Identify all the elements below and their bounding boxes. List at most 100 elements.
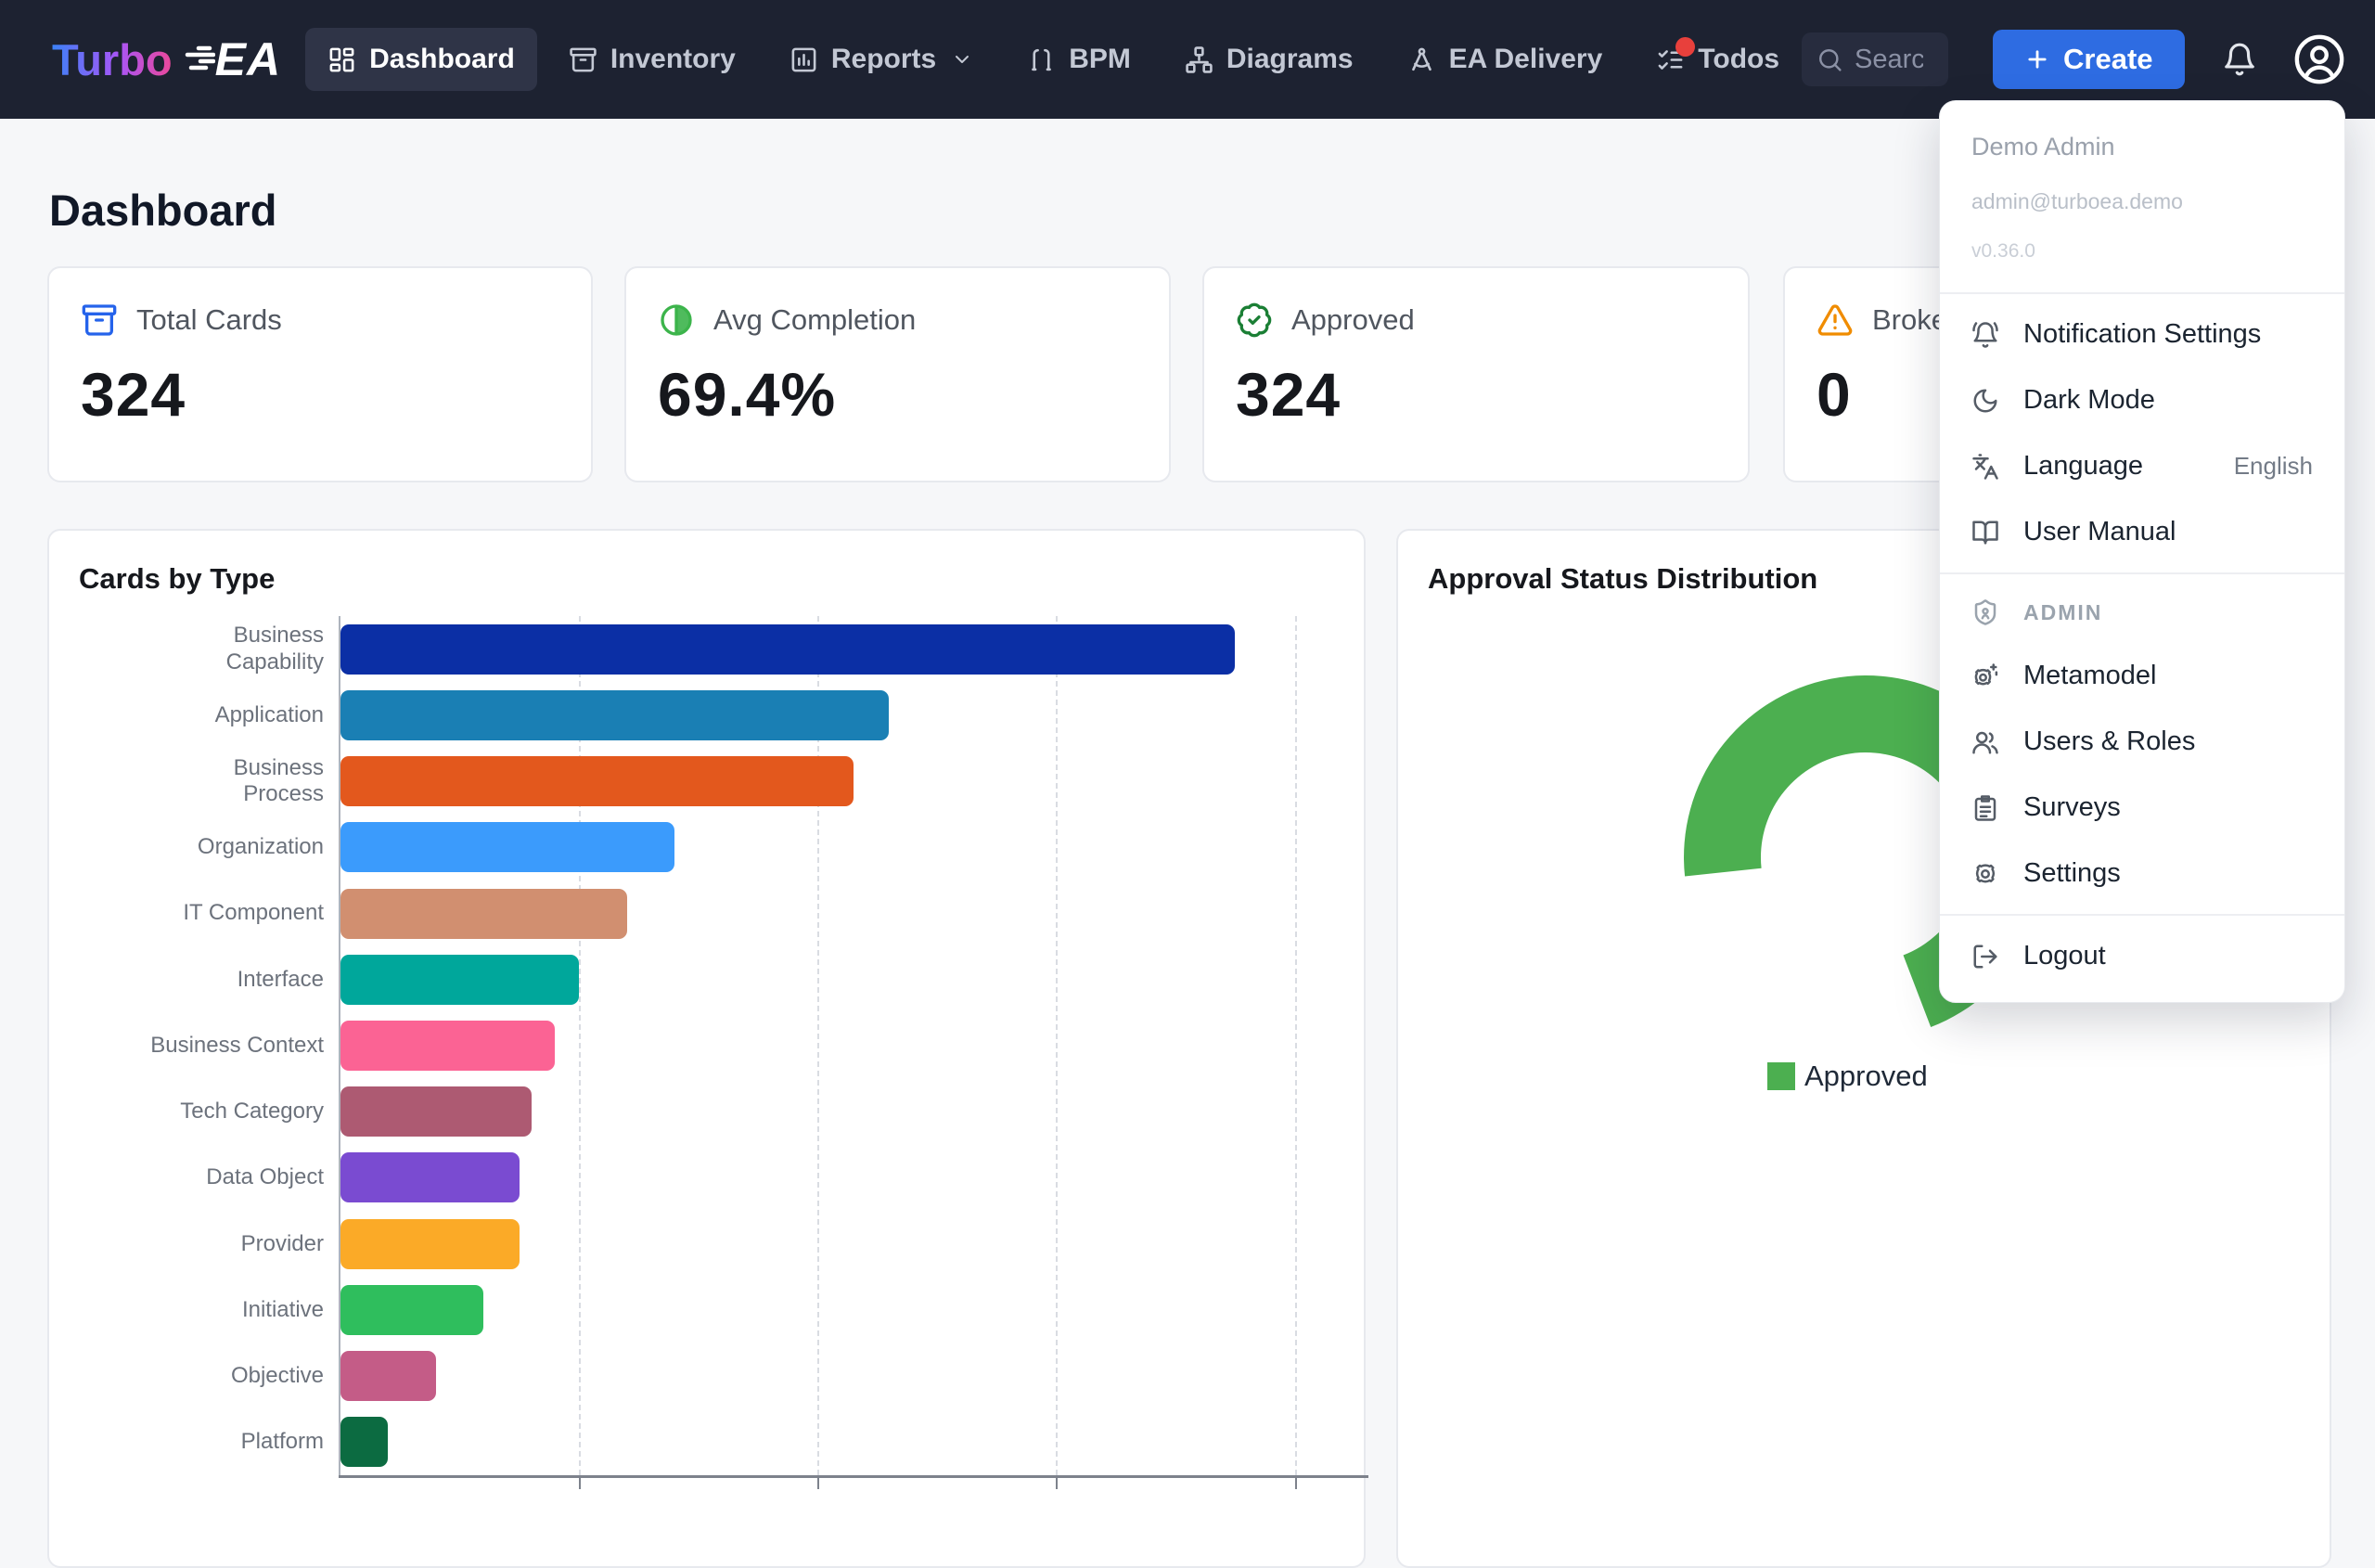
log-out-icon (1973, 945, 1997, 968)
shield-user-icon (1974, 599, 1996, 625)
x-axis-line (339, 1475, 1368, 1478)
languages-icon (1972, 453, 1998, 480)
menu-item-dark-mode[interactable]: Dark Mode (1940, 367, 2344, 433)
legend-label: Approved (1804, 1060, 1928, 1092)
plus-icon (2028, 50, 2047, 69)
bar-row: Business Capability (226, 616, 1365, 682)
bar-row: Platform (241, 1409, 1365, 1475)
user-dropdown-menu: Demo Admin admin@turboea.demo v0.36.0 No… (1939, 100, 2345, 1003)
nav-item-bpm[interactable]: BPM (1005, 28, 1153, 91)
bar-row: Data Object (206, 1145, 1365, 1211)
menu-item-logout[interactable]: Logout (1940, 923, 2344, 989)
speed-lines-icon (185, 45, 215, 71)
stat-card-approved: Approved 324 (1202, 266, 1750, 482)
nav-label: EA Delivery (1448, 44, 1603, 74)
notifications-button[interactable] (2222, 42, 2257, 77)
stat-head: Total Cards (81, 302, 559, 339)
menu-item-label: Users & Roles (2023, 726, 2196, 756)
axis-tick (817, 1478, 820, 1489)
chevron-down-icon (956, 56, 969, 63)
stat-head: Approved (1236, 302, 1716, 339)
menu-item-label: Language (2023, 451, 2144, 481)
category-label: Application (214, 701, 324, 727)
menu-item-settings[interactable]: Settings (1940, 841, 2344, 906)
category-label: Provider (240, 1230, 324, 1256)
nav-item-dashboard[interactable]: Dashboard (305, 28, 537, 91)
category-label: Organization (197, 834, 324, 860)
bar-chart-plot: Business Capability Application Business P… (150, 616, 1368, 1489)
bar-it-component[interactable] (340, 888, 627, 939)
bar-business-context[interactable] (340, 1020, 556, 1071)
menu-item-label: User Manual (2023, 517, 2176, 546)
legend-item-approved[interactable]: Approved (1767, 1060, 1928, 1093)
menu-item-label: Logout (2023, 941, 2106, 970)
dashboard-grid-icon (329, 47, 354, 71)
notification-dot (1675, 36, 1696, 57)
menu-item-notification-settings[interactable]: Notification Settings (1940, 302, 2344, 367)
bar-data-object[interactable] (340, 1152, 520, 1203)
bar-business-capability[interactable] (340, 623, 1236, 675)
stat-label: Approved (1291, 303, 1415, 336)
search-box[interactable] (1802, 32, 1949, 86)
bar-platform[interactable] (340, 1417, 389, 1468)
bar-application[interactable] (340, 689, 890, 740)
bar-provider[interactable] (340, 1218, 520, 1269)
menu-item-users-roles[interactable]: Users & Roles (1940, 709, 2344, 775)
nav-item-reports[interactable]: Reports (767, 28, 995, 91)
stat-label: Total Cards (136, 303, 282, 336)
user-email: admin@turboea.demo (1971, 189, 2183, 213)
menu-item-user-manual[interactable]: User Manual (1940, 499, 2344, 565)
menu-item-metamodel[interactable]: Metamodel (1940, 643, 2344, 709)
menu-item-surveys[interactable]: Surveys (1940, 775, 2344, 841)
axis-tick (579, 1478, 582, 1489)
archive-box-icon (570, 47, 597, 71)
bar-interface[interactable] (340, 954, 580, 1005)
archive-box-icon (82, 304, 117, 336)
bar-initiative[interactable] (340, 1284, 484, 1335)
divider (1940, 292, 2344, 294)
user-avatar-button[interactable] (2292, 32, 2346, 86)
bar-objective[interactable] (340, 1351, 436, 1402)
create-button[interactable]: Create (1993, 30, 2185, 89)
pie-chart-icon (661, 304, 692, 336)
category-label: Tech Category (180, 1099, 324, 1125)
gear-icon (1976, 863, 1995, 882)
bell-ring-icon (1972, 321, 1998, 348)
nav-item-todos[interactable]: Todos (1634, 28, 1802, 91)
stat-card-avg-completion: Avg Completion 69.4% (624, 266, 1171, 482)
divider (1940, 572, 2344, 574)
users-icon (1972, 731, 1998, 753)
nav-label: Reports (830, 44, 937, 74)
book-open-icon (1972, 521, 1998, 544)
clipboard-list-icon (1974, 794, 1996, 821)
bar-chart-icon (791, 47, 816, 71)
menu-item-language[interactable]: Language English (1940, 433, 2344, 499)
bar-row: Interface (238, 946, 1365, 1012)
category-label: Platform (240, 1429, 324, 1455)
menu-item-label: Dark Mode (2023, 385, 2155, 415)
main-nav: Dashboard Inventory Reports BPM Diagrams… (305, 28, 1802, 91)
bar-organization[interactable] (340, 822, 674, 873)
menu-item-label: Metamodel (2023, 661, 2157, 690)
stat-label: Broke (1872, 303, 1947, 336)
app-logo[interactable]: Turbo EA (52, 32, 281, 86)
bar-tech-category[interactable] (340, 1086, 532, 1137)
nav-item-inventory[interactable]: Inventory (546, 28, 758, 91)
nav-label: Inventory (610, 44, 736, 74)
bar-business-process[interactable] (340, 756, 854, 807)
legend-swatch (1767, 1062, 1795, 1090)
category-label: Initiative (241, 1296, 324, 1322)
navbar-right: Create (1802, 30, 2346, 89)
admin-section-label: ADMIN (2023, 599, 2103, 624)
menu-item-label: Surveys (2023, 792, 2121, 822)
nav-item-diagrams[interactable]: Diagrams (1162, 28, 1376, 91)
alert-triangle-icon (1817, 304, 1853, 336)
nav-item-ea-delivery[interactable]: EA Delivery (1385, 28, 1625, 91)
search-input[interactable] (1855, 44, 1924, 75)
category-label: Business Capability (225, 623, 324, 675)
category-label: IT Component (183, 900, 324, 926)
bar-row: Business Context (150, 1012, 1365, 1078)
bar-row: IT Component (183, 880, 1365, 946)
stat-value: 324 (1236, 360, 1342, 429)
bar-row: Organization (198, 815, 1365, 880)
